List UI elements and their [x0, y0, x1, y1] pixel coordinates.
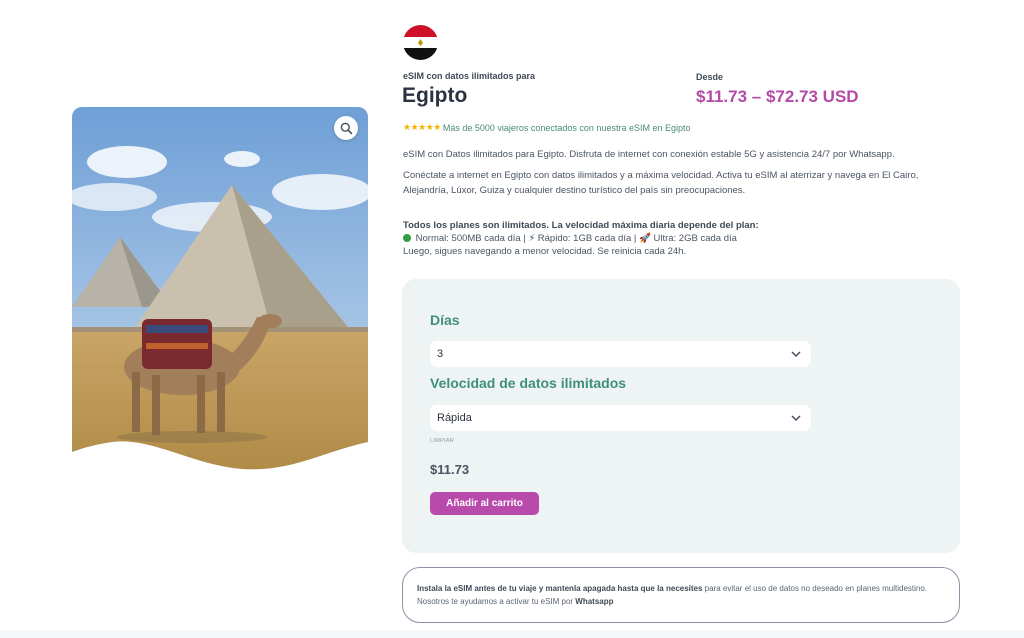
days-select[interactable]: 3	[430, 341, 811, 367]
days-select-value: 3	[437, 348, 444, 360]
green-dot-icon	[403, 234, 411, 242]
price-label: Desde	[696, 72, 724, 82]
plans-tiers: Normal: 500MB cada día | ⚡ Rápido: 1GB c…	[413, 233, 737, 244]
speed-select[interactable]: Rápida	[430, 405, 811, 431]
plans-info: Todos los planes son ilimitados. La velo…	[403, 219, 963, 258]
footer-strip	[0, 630, 1024, 638]
product-image[interactable]	[72, 107, 368, 473]
speed-label: Velocidad de datos ilimitados	[430, 375, 627, 391]
plans-footer: Luego, sigues navegando a menor velocida…	[403, 246, 687, 257]
install-notice: Instala la eSIM antes de tu viaje y mant…	[402, 567, 960, 623]
rating: ★★★★★ Más de 5000 viajeros conectados co…	[403, 122, 691, 133]
clear-link[interactable]: LIMPIAR	[430, 438, 454, 444]
plans-heading: Todos los planes son ilimitados. La velo…	[403, 220, 759, 231]
notice-whatsapp: Whatsapp	[575, 597, 614, 606]
chevron-down-icon	[791, 415, 801, 421]
add-to-cart-button[interactable]: Añadir al carrito	[430, 492, 539, 515]
days-label: Días	[430, 312, 460, 328]
egypt-flag-icon	[403, 25, 438, 60]
star-rating-icon: ★★★★★	[403, 122, 441, 132]
product-subtitle: eSIM con datos ilimitados para	[403, 71, 536, 81]
zoom-button[interactable]	[334, 116, 358, 140]
description-short: eSIM con Datos ilimitados para Egipto. D…	[403, 149, 895, 160]
chevron-down-icon	[791, 351, 801, 357]
notice-bold-start: Instala la eSIM antes de tu viaje y mant…	[417, 584, 703, 593]
price-range: $11.73 – $72.73 USD	[696, 87, 859, 106]
description-long: Conéctate a internet en Egipto con datos…	[403, 170, 919, 196]
selected-price: $11.73	[430, 462, 470, 477]
speed-select-value: Rápida	[437, 412, 472, 424]
product-title: Egipto	[402, 84, 468, 107]
rating-text: Más de 5000 viajeros conectados con nues…	[442, 122, 691, 133]
magnifier-icon	[340, 122, 352, 134]
